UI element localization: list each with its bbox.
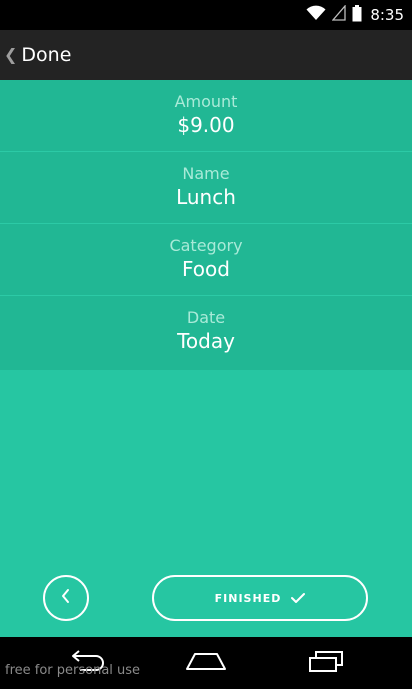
date-value: Today	[177, 329, 235, 353]
name-label: Name	[182, 164, 230, 183]
wifi-icon	[306, 5, 326, 25]
nav-home-button[interactable]	[176, 645, 236, 681]
done-back-button[interactable]: ❮ Done	[0, 30, 83, 80]
checkmark-icon	[291, 589, 306, 608]
expense-form: Amount $9.00 Name Lunch Category Food Da…	[0, 80, 412, 370]
battery-icon	[352, 4, 362, 26]
category-field[interactable]: Category Food	[0, 224, 412, 296]
home-icon	[185, 651, 227, 675]
signal-icon	[331, 4, 346, 25]
navigation-bar: free for personal use	[0, 637, 412, 689]
category-label: Category	[169, 236, 243, 255]
chevron-left-icon	[60, 588, 72, 608]
watermark-text: free for personal use	[5, 663, 141, 678]
finished-button[interactable]: FINISHED	[152, 575, 368, 621]
amount-field[interactable]: Amount $9.00	[0, 80, 412, 152]
status-icons: 8:35	[306, 4, 404, 26]
finished-label: FINISHED	[214, 591, 282, 605]
action-bar-title: Done	[21, 44, 72, 66]
chevron-left-icon: ❮	[4, 45, 18, 64]
status-bar: 8:35	[0, 0, 412, 30]
amount-label: Amount	[174, 92, 238, 111]
date-label: Date	[186, 308, 226, 327]
previous-button[interactable]	[43, 575, 89, 621]
amount-value: $9.00	[177, 113, 235, 137]
name-value: Lunch	[176, 185, 236, 209]
nav-recents-button[interactable]	[296, 645, 356, 681]
category-value: Food	[182, 257, 230, 281]
date-field[interactable]: Date Today	[0, 296, 412, 370]
status-time: 8:35	[370, 6, 404, 24]
action-bar: ❮ Done	[0, 30, 412, 80]
name-field[interactable]: Name Lunch	[0, 152, 412, 224]
recents-icon	[306, 650, 346, 676]
